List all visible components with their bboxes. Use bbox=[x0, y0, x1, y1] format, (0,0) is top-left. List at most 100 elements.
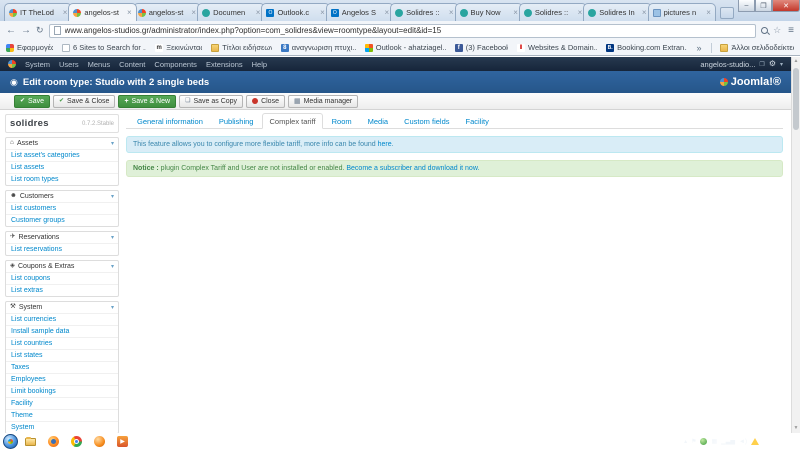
scroll-up-icon[interactable]: ▲ bbox=[792, 57, 800, 66]
sidebar-link[interactable]: Theme bbox=[6, 409, 118, 421]
scrollbar-thumb[interactable] bbox=[793, 68, 799, 130]
admin-menu-item[interactable]: System bbox=[25, 60, 50, 69]
forward-icon[interactable]: → bbox=[21, 26, 31, 36]
update-globe-icon[interactable] bbox=[700, 438, 707, 445]
browser-tab[interactable]: Documen × bbox=[197, 3, 265, 21]
sidebar-link[interactable]: List coupons bbox=[6, 272, 118, 284]
content-tab[interactable]: Complex tariff bbox=[262, 113, 322, 129]
browser-tab[interactable]: IT TheLod × bbox=[4, 3, 72, 21]
language-indicator[interactable]: EN bbox=[671, 438, 680, 445]
tab-close-icon[interactable]: × bbox=[449, 9, 454, 17]
sidebar-link[interactable]: Limit bookings bbox=[6, 385, 118, 397]
sidebar-section-assets[interactable]: Assets ▾ bbox=[6, 138, 118, 149]
admin-menu-item[interactable]: Components bbox=[154, 60, 197, 69]
hidden-icons-icon[interactable]: ▴ bbox=[684, 439, 687, 445]
maximize-button[interactable]: ❐ bbox=[755, 0, 772, 12]
browser-tab[interactable]: Angelos S × bbox=[326, 3, 394, 21]
sidebar-link[interactable]: Employees bbox=[6, 373, 118, 385]
sidebar-link[interactable]: Taxes bbox=[6, 361, 118, 373]
firefox-taskbar-button[interactable] bbox=[43, 434, 64, 449]
admin-menu-item[interactable]: Menus bbox=[88, 60, 111, 69]
notice-alert-link[interactable]: Become a subscriber and download it now. bbox=[346, 165, 479, 172]
start-button[interactable] bbox=[3, 434, 18, 449]
new-tab-button[interactable] bbox=[720, 7, 734, 19]
sidebar-section-coupons[interactable]: Coupons & Extras ▾ bbox=[6, 261, 118, 272]
browser-tab[interactable]: Solidres :: × bbox=[390, 3, 458, 21]
volume-icon[interactable]: ◄) bbox=[739, 439, 747, 445]
reload-icon[interactable]: ↻ bbox=[36, 26, 44, 35]
gear-icon[interactable]: ⚙ bbox=[769, 60, 776, 68]
sidebar-section-system[interactable]: System ▾ bbox=[6, 302, 118, 313]
tab-close-icon[interactable]: × bbox=[127, 9, 132, 17]
bookmark[interactable]: Websites & Domain... bbox=[517, 43, 597, 52]
admin-menu-item[interactable]: Extensions bbox=[206, 60, 243, 69]
bookmark[interactable]: (3) Facebook bbox=[455, 43, 508, 52]
calendar-icon[interactable]: ▦ bbox=[711, 439, 717, 445]
orange-app-taskbar-button[interactable] bbox=[89, 434, 110, 449]
admin-menu-item[interactable]: Help bbox=[252, 60, 267, 69]
browser-tab[interactable]: pictures n × bbox=[648, 3, 716, 21]
sidebar-link[interactable]: List reservations bbox=[6, 243, 118, 255]
bookmarks-overflow-icon[interactable]: » bbox=[697, 43, 702, 53]
browser-tab[interactable]: angelos-st × bbox=[133, 3, 201, 21]
admin-menu-item[interactable]: Content bbox=[119, 60, 145, 69]
toolbar-button[interactable]: Save as Copy bbox=[179, 95, 243, 108]
gdrive-icon[interactable] bbox=[751, 438, 759, 445]
tab-close-icon[interactable]: × bbox=[706, 9, 711, 17]
toolbar-button[interactable]: Save bbox=[14, 95, 50, 108]
browser-menu-icon[interactable]: ≡ bbox=[788, 26, 794, 36]
sidebar-link[interactable]: Customer groups bbox=[6, 214, 118, 226]
admin-menu-item[interactable]: Users bbox=[59, 60, 79, 69]
bookmark[interactable]: 6 Sites to Search for ... bbox=[62, 43, 146, 52]
tab-close-icon[interactable]: × bbox=[578, 9, 583, 17]
bookmark[interactable]: Εφαρμογές bbox=[6, 43, 53, 52]
zoom-icon[interactable] bbox=[761, 27, 768, 34]
minimize-button[interactable]: – bbox=[738, 0, 755, 12]
content-tab[interactable]: Publishing bbox=[212, 113, 261, 129]
other-bookmarks-button[interactable]: Άλλοι σελιδοδείκτες bbox=[720, 43, 794, 52]
browser-tab[interactable]: Outlook.c × bbox=[261, 3, 329, 21]
bookmark[interactable]: Outlook - ahatziagel... bbox=[365, 43, 446, 52]
sidebar-link[interactable]: Facility bbox=[6, 397, 118, 409]
sidebar-link[interactable]: List currencies bbox=[6, 313, 118, 325]
content-tab[interactable]: Room bbox=[325, 113, 359, 129]
content-tab[interactable]: Media bbox=[361, 113, 395, 129]
bookmark[interactable]: Booking.com Extran... bbox=[606, 43, 687, 52]
tab-close-icon[interactable]: × bbox=[63, 9, 68, 17]
bookmark[interactable]: αναγνωριση πτυχι... bbox=[281, 43, 356, 52]
sidebar-link[interactable]: List room types bbox=[6, 173, 118, 185]
browser-tab[interactable]: Solidres :: × bbox=[519, 3, 587, 21]
tab-close-icon[interactable]: × bbox=[384, 9, 389, 17]
browser-tab[interactable]: Solidres In × bbox=[583, 3, 651, 21]
sidebar-link[interactable]: List asset's categories bbox=[6, 149, 118, 161]
sidebar-section-customers[interactable]: Customers ▾ bbox=[6, 191, 118, 202]
content-tab[interactable]: General information bbox=[130, 113, 210, 129]
sidebar-link[interactable]: Install sample data bbox=[6, 325, 118, 337]
tab-close-icon[interactable]: × bbox=[191, 9, 196, 17]
browser-tab[interactable]: Buy Now × bbox=[455, 3, 523, 21]
address-bar[interactable]: www.angelos-studios.gr/administrator/ind… bbox=[49, 24, 757, 38]
tab-close-icon[interactable]: × bbox=[256, 9, 261, 17]
browser-tab[interactable]: angelos-st × bbox=[68, 3, 136, 21]
sidebar-link[interactable]: List states bbox=[6, 349, 118, 361]
flag-icon[interactable]: ⚑ bbox=[691, 439, 696, 445]
scroll-down-icon[interactable]: ▼ bbox=[792, 424, 800, 433]
tab-close-icon[interactable]: × bbox=[642, 9, 647, 17]
tab-close-icon[interactable]: × bbox=[513, 9, 518, 17]
toolbar-button[interactable]: Media manager bbox=[288, 95, 358, 108]
info-alert-link[interactable]: here bbox=[378, 141, 392, 148]
tab-close-icon[interactable]: × bbox=[320, 9, 325, 17]
bookmark-star-icon[interactable]: ☆ bbox=[773, 26, 781, 35]
sidebar-link[interactable]: List countries bbox=[6, 337, 118, 349]
network-icon[interactable]: ▁▃▅ bbox=[721, 439, 735, 445]
explorer-taskbar-button[interactable] bbox=[20, 434, 41, 449]
content-tab[interactable]: Custom fields bbox=[397, 113, 456, 129]
sidebar-section-reservations[interactable]: Reservations ▾ bbox=[6, 232, 118, 243]
back-icon[interactable]: ← bbox=[6, 26, 16, 36]
media-player-taskbar-button[interactable]: ▶ bbox=[112, 434, 133, 449]
page-scrollbar[interactable]: ▲ ▼ bbox=[791, 57, 800, 433]
sidebar-link[interactable]: List assets bbox=[6, 161, 118, 173]
chrome-taskbar-button[interactable] bbox=[66, 434, 87, 449]
site-name-link[interactable]: angelos-studio... bbox=[700, 60, 755, 69]
toolbar-button[interactable]: Save & New bbox=[118, 95, 176, 108]
